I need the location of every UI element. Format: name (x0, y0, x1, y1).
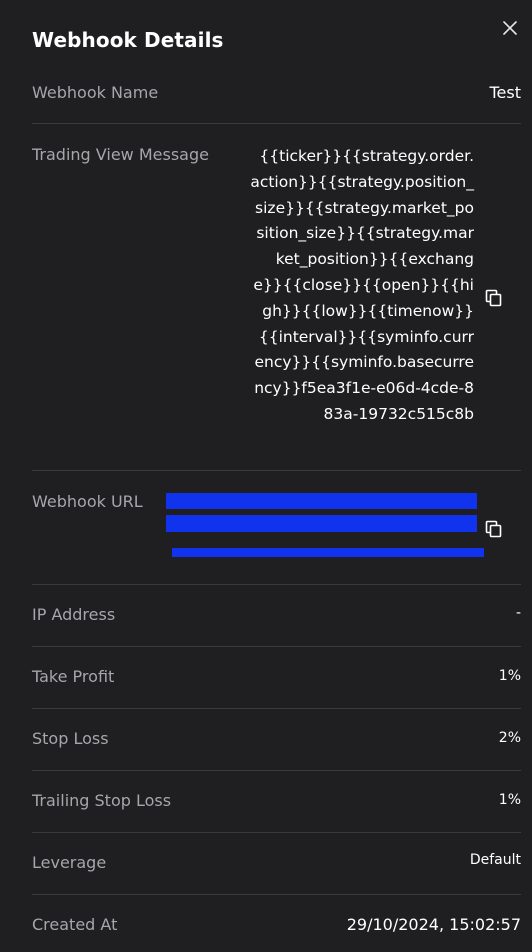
leverage-value: Default (469, 852, 521, 868)
take-profit-value: 1% (498, 668, 521, 684)
copy-icon[interactable] (484, 519, 504, 539)
row-take-profit: Take Profit 1% (32, 647, 521, 709)
ip-address-value: - (515, 605, 521, 621)
stop-loss-value: 2% (498, 730, 521, 746)
webhook-url-redaction (166, 515, 477, 532)
webhook-name-label: Webhook Name (32, 83, 159, 102)
trading-view-message-value: {{ticker}}{{strategy.order.action}}{{str… (250, 147, 474, 423)
take-profit-label: Take Profit (32, 667, 115, 686)
trading-view-message-label: Trading View Message (32, 145, 209, 164)
webhook-url-label: Webhook URL (32, 492, 143, 511)
stop-loss-label: Stop Loss (32, 729, 109, 748)
trailing-stop-loss-value: 1% (498, 792, 521, 808)
row-webhook-name: Webhook Name Test (32, 70, 521, 124)
row-leverage: Leverage Default (32, 833, 521, 895)
row-stop-loss: Stop Loss 2% (32, 709, 521, 771)
row-created-at: Created At 29/10/2024, 15:02:57 (32, 895, 521, 952)
webhook-url-redaction (172, 548, 484, 557)
row-webhook-url: Webhook URL (32, 471, 521, 585)
row-trailing-stop-loss: Trailing Stop Loss 1% (32, 771, 521, 833)
copy-icon[interactable] (484, 288, 504, 308)
leverage-label: Leverage (32, 853, 107, 872)
webhook-details-panel: Webhook Details Webhook Name Test Tradin… (0, 0, 532, 952)
webhook-name-value: Test (489, 83, 521, 102)
created-at-label: Created At (32, 915, 118, 934)
webhook-url-redaction (166, 493, 477, 509)
row-ip-address: IP Address - (32, 585, 521, 647)
close-icon[interactable] (500, 18, 522, 40)
trailing-stop-loss-label: Trailing Stop Loss (32, 791, 172, 810)
page-title: Webhook Details (32, 28, 224, 52)
created-at-value: 29/10/2024, 15:02:57 (346, 915, 521, 934)
row-trading-view-message: Trading View Message {{ticker}}{{strateg… (32, 124, 521, 471)
ip-address-label: IP Address (32, 605, 116, 624)
